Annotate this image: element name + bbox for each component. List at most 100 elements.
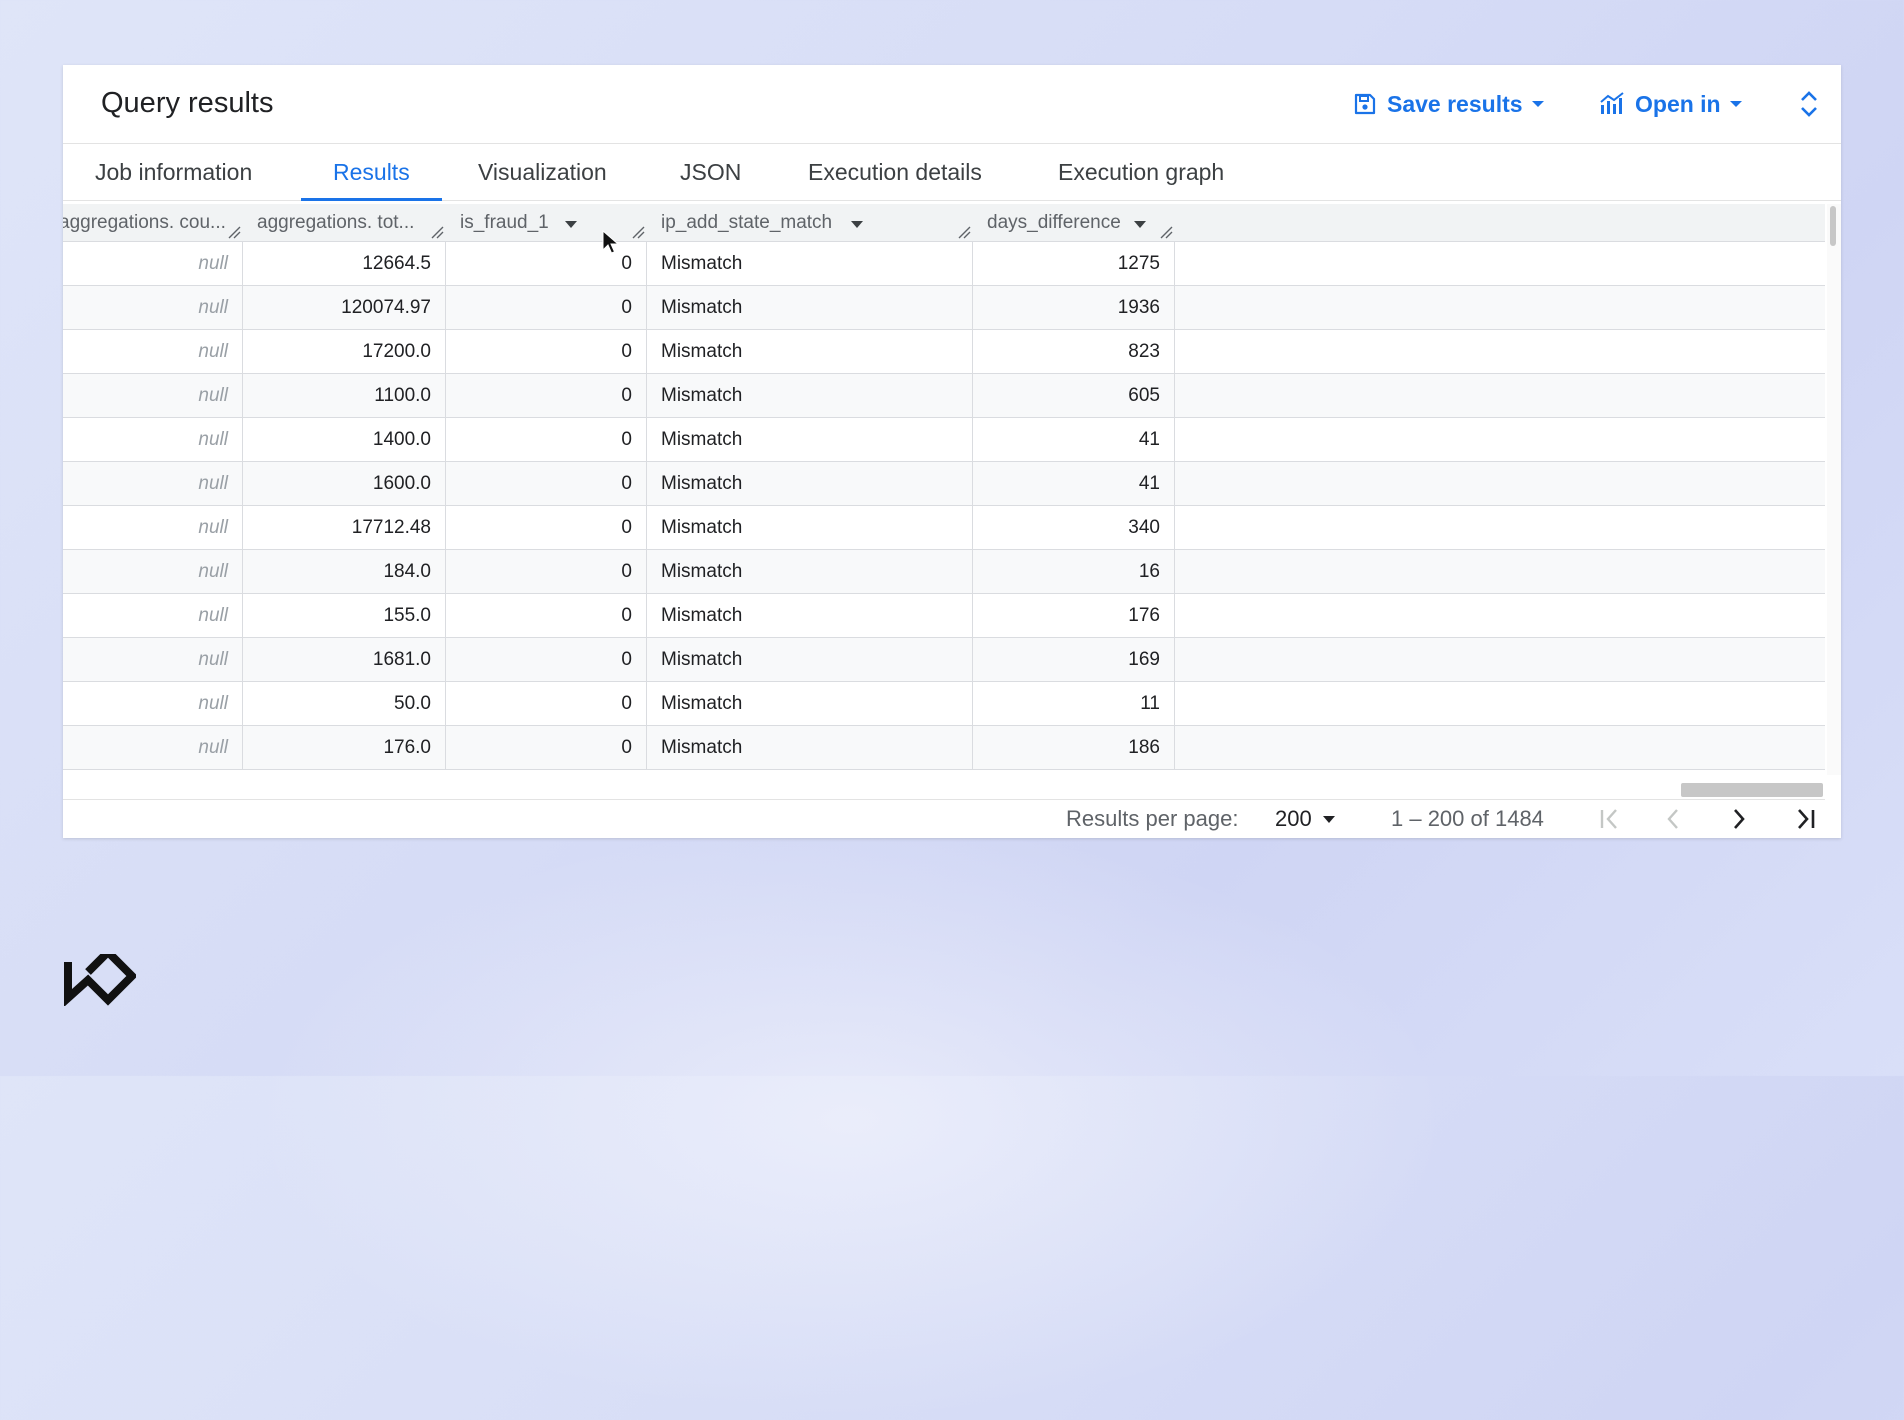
column-header-filler [1175,204,1825,242]
table-cell: null [63,242,243,286]
resize-handle-icon[interactable] [957,225,971,239]
table-row: null 12664.5 0 Mismatch 1275 [63,242,1825,286]
table-cell: 0 [446,462,647,506]
mouse-cursor-icon [602,230,620,254]
table-cell: null [63,330,243,374]
column-header[interactable]: days_difference [973,204,1175,242]
chevron-down-icon [1322,815,1335,823]
table-cell-empty [1175,550,1825,594]
table-cell: Mismatch [647,594,973,638]
table-cell: 340 [973,506,1175,550]
table-cell-empty [1175,330,1825,374]
expand-collapse-button[interactable] [1799,89,1819,124]
next-page-icon[interactable] [1729,806,1749,832]
table-cell: 0 [446,374,647,418]
table-cell: Mismatch [647,374,973,418]
resize-handle-icon[interactable] [430,225,444,239]
sort-down-icon[interactable] [564,220,578,229]
tab-results[interactable]: Results [301,144,442,201]
table-cell: 0 [446,506,647,550]
save-results-label: Save results [1387,90,1523,117]
results-per-page-label: Results per page: [1066,806,1239,831]
resize-handle-icon[interactable] [227,225,241,239]
table-cell: 0 [446,330,647,374]
column-header[interactable]: aggregations. tot... [243,204,446,242]
table-cell: null [63,682,243,726]
results-per-page-value: 200 [1275,806,1312,831]
table-cell: null [63,726,243,770]
table-cell: 186 [973,726,1175,770]
vertical-scrollbar[interactable] [1827,204,1841,775]
table-cell: 16 [973,550,1175,594]
table-cell: 0 [446,550,647,594]
table-cell: Mismatch [647,462,973,506]
table-cell: 176 [973,594,1175,638]
table-cell: 176.0 [243,726,446,770]
query-results-panel: Query results Save results Open in Job i… [63,65,1841,838]
table-cell: 155.0 [243,594,446,638]
last-page-icon[interactable] [1793,806,1817,832]
table-cell: null [63,418,243,462]
table-cell: Mismatch [647,330,973,374]
table-cell: 17200.0 [243,330,446,374]
tab-job-information[interactable]: Job information [63,144,284,200]
table-row: null 17712.48 0 Mismatch 340 [63,506,1825,550]
table-cell: null [63,462,243,506]
results-per-page-select[interactable]: 200 [1275,806,1336,832]
table-cell: 41 [973,462,1175,506]
table-cell: 0 [446,594,647,638]
brand-logo-icon [64,954,136,1006]
table-cell-empty [1175,374,1825,418]
first-page-icon[interactable] [1598,806,1622,832]
table-cell: null [63,506,243,550]
table-cell-empty [1175,462,1825,506]
column-header-label: ip_add_state_match [661,212,833,233]
table-row: null 176.0 0 Mismatch 186 [63,726,1825,770]
table-row: null 184.0 0 Mismatch 16 [63,550,1825,594]
table-row: null 155.0 0 Mismatch 176 [63,594,1825,638]
tab-execution-graph[interactable]: Execution graph [1026,144,1256,200]
sort-down-icon[interactable] [1133,220,1147,229]
tab-execution-details[interactable]: Execution details [776,144,1014,200]
scrollbar-thumb[interactable] [1681,783,1823,797]
resize-handle-icon[interactable] [631,225,645,239]
resize-handle-icon[interactable] [1159,225,1173,239]
table-cell: 1275 [973,242,1175,286]
results-table: aggregations. cou... aggregations. tot..… [63,204,1825,775]
save-results-button[interactable]: Save results [1353,85,1545,123]
table-row: null 120074.97 0 Mismatch 1936 [63,286,1825,330]
column-header-label: is_fraud_1 [460,212,549,233]
table-cell-empty [1175,242,1825,286]
table-row: null 1681.0 0 Mismatch 169 [63,638,1825,682]
table-cell: 120074.97 [243,286,446,330]
previous-page-icon[interactable] [1663,806,1683,832]
table-cell-empty [1175,594,1825,638]
table-cell: 11 [973,682,1175,726]
table-cell: 1600.0 [243,462,446,506]
horizontal-scrollbar[interactable] [63,775,1825,800]
scrollbar-thumb[interactable] [1830,206,1836,246]
tab-bar: Job information Results Visualization JS… [63,144,1841,201]
table-cell: null [63,638,243,682]
chart-icon [1600,92,1624,114]
tab-visualization[interactable]: Visualization [446,144,639,200]
table-cell: 17712.48 [243,506,446,550]
column-header[interactable]: aggregations. cou... [63,204,243,242]
open-in-button[interactable]: Open in [1599,85,1743,123]
table-cell-empty [1175,682,1825,726]
table-cell: null [63,594,243,638]
sort-down-icon[interactable] [850,220,864,229]
table-cell: 12664.5 [243,242,446,286]
column-header[interactable]: ip_add_state_match [647,204,973,242]
table-cell: null [63,550,243,594]
table-cell: 184.0 [243,550,446,594]
table-cell: 1100.0 [243,374,446,418]
table-cell: Mismatch [647,726,973,770]
column-header-label: days_difference [987,212,1121,233]
table-cell: null [63,374,243,418]
unfold-icon [1801,91,1817,117]
table-cell-empty [1175,418,1825,462]
table-cell: 605 [973,374,1175,418]
tab-json[interactable]: JSON [648,144,773,200]
table-row: null 17200.0 0 Mismatch 823 [63,330,1825,374]
